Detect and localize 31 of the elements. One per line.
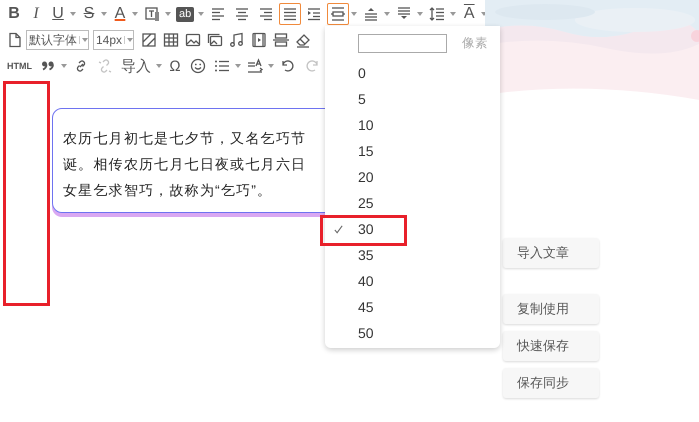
spacing-option[interactable]: 30 <box>325 216 500 242</box>
spacing-option[interactable]: 50 <box>325 320 500 346</box>
spacing-option[interactable]: 10 <box>325 112 500 138</box>
italic-button[interactable]: I <box>26 3 46 25</box>
font-color-button[interactable]: A <box>110 3 130 25</box>
paragraph-line: 诞。相传农历七月七日夜或七月六日 <box>63 155 306 174</box>
paragraph-line: 女星乞求智巧，故称为“乞巧”。 <box>63 181 272 200</box>
toolbar-button[interactable]: 导入 <box>118 55 154 77</box>
spacing-option[interactable]: 25 <box>325 190 500 216</box>
dropdown-select[interactable]: 默认字体 <box>26 30 89 50</box>
unit-label: 像素 <box>462 34 488 52</box>
toolbar-button[interactable]: HTML <box>4 55 35 77</box>
spacing-option[interactable]: 5 <box>325 86 500 112</box>
action-button[interactable]: 保存同步 <box>503 368 599 398</box>
spacing-option[interactable]: 20 <box>325 164 500 190</box>
spacing-option[interactable]: 15 <box>325 138 500 164</box>
paragraph-line: 农历七月初七是七夕节，又名乞巧节 <box>63 129 306 148</box>
action-button[interactable]: 复制使用 <box>503 294 599 324</box>
strikethrough-button[interactable]: S <box>79 3 99 25</box>
spacing-option[interactable]: 40 <box>325 268 500 294</box>
spacing-option[interactable]: 45 <box>325 294 500 320</box>
dropdown-select[interactable]: 14px <box>93 30 134 50</box>
spacing-option[interactable]: 0 <box>325 60 500 86</box>
action-button[interactable]: 快速保存 <box>503 331 599 361</box>
letter-spacing-button[interactable]: A <box>459 3 480 25</box>
toolbar-button[interactable]: Ω <box>165 55 185 77</box>
action-button[interactable]: 导入文章 <box>503 238 599 268</box>
spacing-option[interactable]: 35 <box>325 242 500 268</box>
bold-button[interactable]: B <box>4 3 24 25</box>
highlight-button[interactable]: ab <box>176 6 194 22</box>
underline-button[interactable]: U <box>48 3 68 25</box>
